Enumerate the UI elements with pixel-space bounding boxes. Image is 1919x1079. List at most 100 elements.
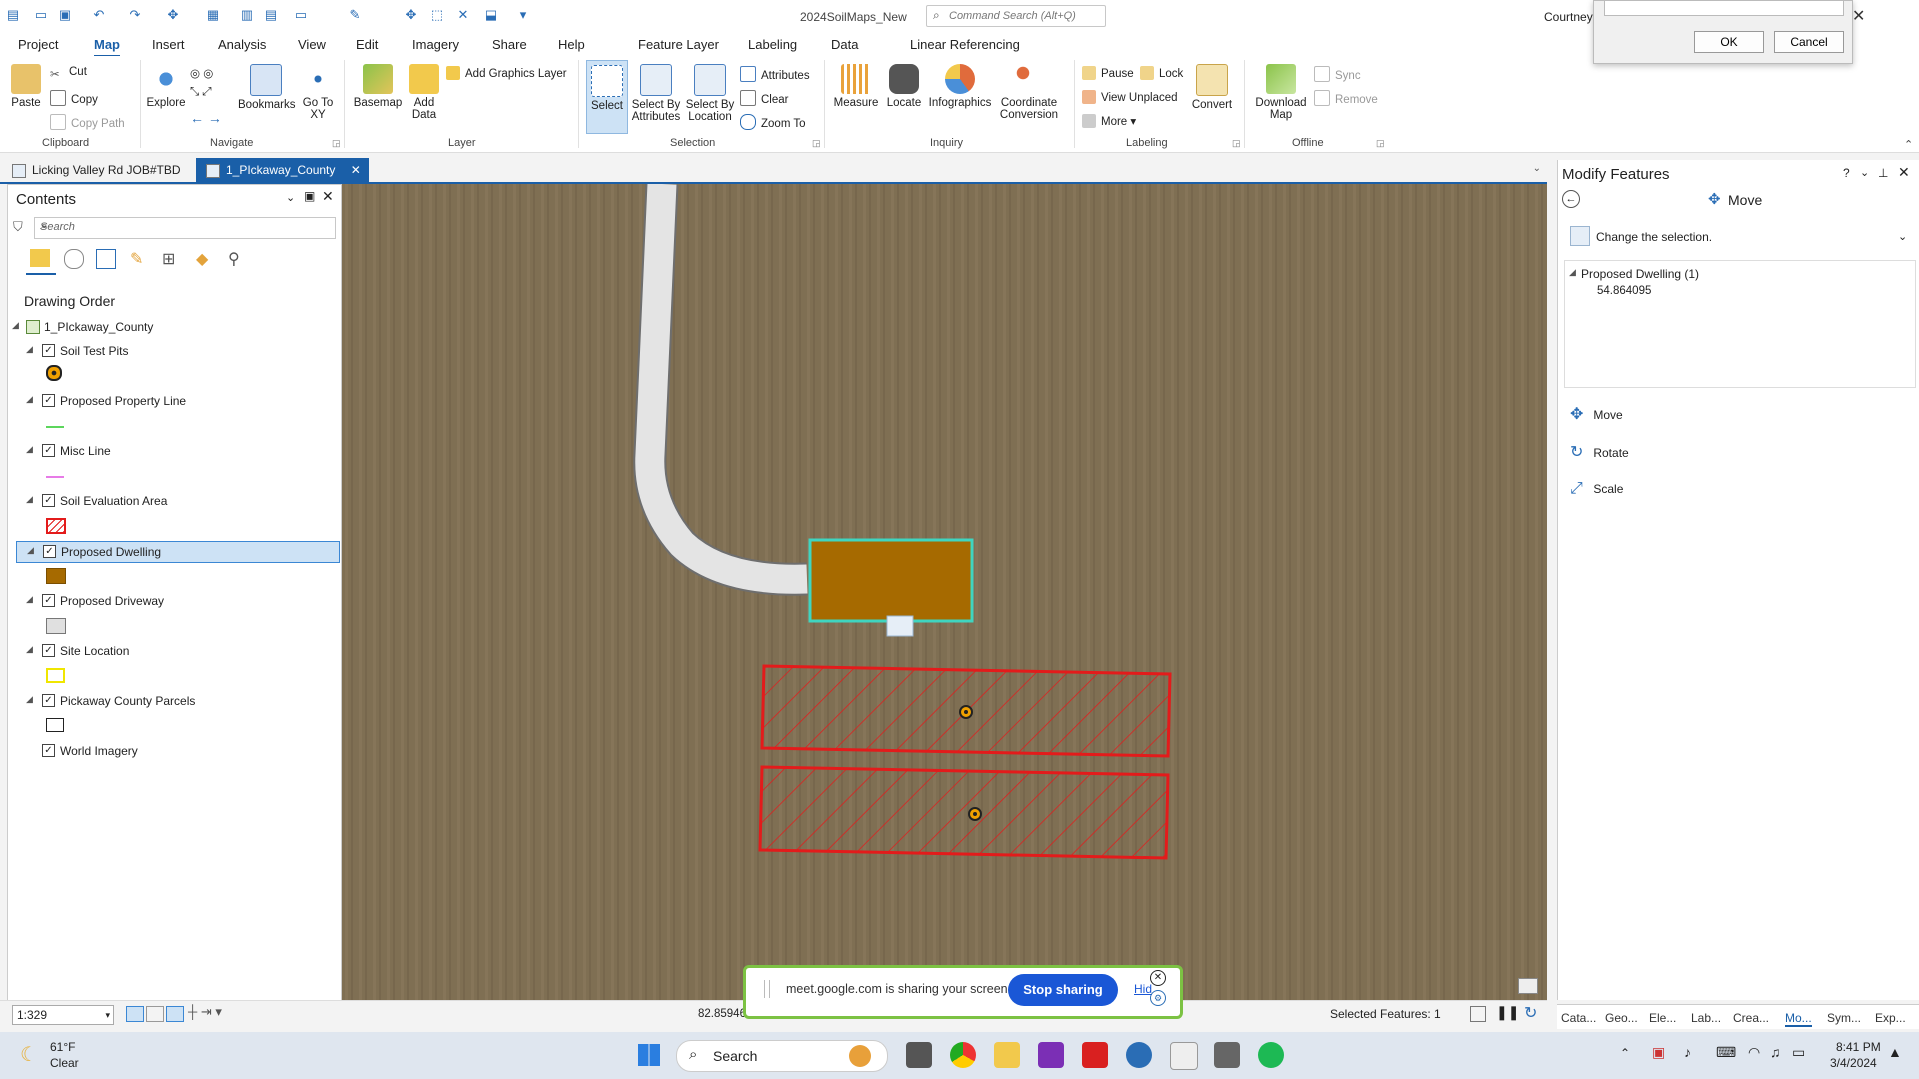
tab-symbology[interactable]: Sym... <box>1827 1011 1861 1025</box>
snapping-toggle-icon[interactable] <box>166 1006 184 1022</box>
visibility-checkbox[interactable]: ✓ <box>42 344 55 357</box>
tab-help[interactable]: Help <box>558 37 585 52</box>
window-close-icon[interactable]: ✕ <box>1852 6 1865 26</box>
convert-button[interactable]: Convert <box>1188 64 1236 111</box>
layer-world-imagery[interactable]: ✓ World Imagery <box>16 741 338 761</box>
dialog-launcher-icon[interactable]: ◲ <box>332 138 341 149</box>
visibility-checkbox[interactable]: ✓ <box>43 545 56 558</box>
edit-vertices-icon[interactable]: ⬚ <box>430 8 444 22</box>
list-by-snapping-icon[interactable]: ⊞ <box>162 249 175 269</box>
copy-button[interactable]: Copy <box>50 90 98 106</box>
command-search-input[interactable]: ⌕ Command Search (Alt+Q) <box>926 5 1106 27</box>
back-icon[interactable]: ← <box>1562 190 1580 208</box>
acrobat-icon[interactable] <box>1082 1042 1108 1068</box>
cut-button[interactable]: ✂ Cut <box>50 66 87 81</box>
tab-linear-referencing[interactable]: Linear Referencing <box>910 37 1020 52</box>
tab-feature-layer[interactable]: Feature Layer <box>638 37 719 52</box>
list-by-perspective-icon[interactable]: ⚲ <box>228 249 240 269</box>
stop-sharing-button[interactable]: Stop sharing <box>1008 974 1118 1006</box>
toolbox-icon[interactable]: ✎ <box>348 8 362 22</box>
refresh-icon[interactable]: ↻ <box>1524 1003 1537 1023</box>
chrome-icon[interactable] <box>950 1042 976 1068</box>
list-by-drawing-order-icon[interactable] <box>30 249 50 267</box>
show-hidden-icons-icon[interactable]: ⌃ <box>1620 1046 1630 1060</box>
select-button[interactable]: Select <box>586 60 628 134</box>
weather-temperature[interactable]: 61°F <box>50 1040 75 1054</box>
bookmarks-button[interactable]: Bookmarks <box>238 64 296 111</box>
delete-icon[interactable]: ✕ <box>456 8 470 22</box>
soil-evaluation-area-2[interactable] <box>758 765 1170 860</box>
file-explorer-icon[interactable] <box>994 1042 1020 1068</box>
user-name[interactable]: Courtney <box>1544 10 1593 24</box>
move-handle-icon[interactable] <box>886 615 914 637</box>
document-app-icon[interactable] <box>1170 1042 1198 1070</box>
open-icon[interactable]: ▭ <box>34 8 48 22</box>
tab-data[interactable]: Data <box>831 37 858 52</box>
layer-proposed-dwelling[interactable]: ◢ ✓ Proposed Dwelling <box>16 541 340 563</box>
tab-analysis[interactable]: Analysis <box>218 37 266 52</box>
close-pane-icon[interactable]: ✕ <box>1898 164 1910 181</box>
table-view-icon[interactable] <box>1470 1006 1486 1022</box>
clock-time[interactable]: 8:41 PM <box>1836 1040 1881 1054</box>
volume-icon[interactable]: ♫ <box>1770 1044 1781 1060</box>
dialog-launcher-icon[interactable]: ◲ <box>1376 138 1385 149</box>
copy-path-button[interactable]: Copy Path <box>50 114 125 130</box>
notifications-icon[interactable]: ▲ <box>1888 1044 1902 1060</box>
keyboard-icon[interactable]: ⌨ <box>1716 1044 1736 1061</box>
full-extent-icon[interactable]: ◎ ◎ <box>190 66 213 80</box>
tab-element[interactable]: Ele... <box>1649 1011 1676 1025</box>
list-by-editing-icon[interactable]: ✎ <box>130 249 143 269</box>
layer-proposed-driveway[interactable]: ◢ ✓ Proposed Driveway <box>16 591 338 611</box>
fixed-zoom-toggle-icon[interactable] <box>126 1006 144 1022</box>
expand-triangle-icon[interactable]: ◢ <box>26 594 33 605</box>
taskbar-search[interactable]: ⌕ Search <box>676 1040 888 1072</box>
drag-handle-icon[interactable] <box>764 980 770 998</box>
scale-tool-button[interactable]: ⤢ Scale <box>1570 480 1623 498</box>
back-forward-icon[interactable]: ← → <box>190 110 222 126</box>
visibility-checkbox[interactable]: ✓ <box>42 444 55 457</box>
cancel-button[interactable]: Cancel <box>1774 31 1844 53</box>
visibility-checkbox[interactable]: ✓ <box>42 694 55 707</box>
add-data-button[interactable]: Add Data <box>404 64 444 121</box>
attributes-button[interactable]: Attributes <box>740 66 810 82</box>
tab-export[interactable]: Exp... <box>1875 1011 1906 1025</box>
zoom-to-button[interactable]: Zoom To <box>740 114 806 130</box>
tab-imagery[interactable]: Imagery <box>412 37 459 52</box>
expand-triangle-icon[interactable]: ◢ <box>26 494 33 505</box>
tab-catalog[interactable]: Cata... <box>1561 1011 1596 1025</box>
dialog-launcher-icon[interactable]: ◲ <box>812 138 821 149</box>
onenote-icon[interactable] <box>1038 1042 1064 1068</box>
dialog-launcher-icon[interactable]: ◲ <box>1232 138 1241 149</box>
tab-create-features[interactable]: Crea... <box>1733 1011 1769 1025</box>
expand-triangle-icon[interactable]: ◢ <box>27 545 34 556</box>
map-notes-icon[interactable] <box>1518 978 1538 994</box>
list-by-labeling-icon[interactable]: ◆ <box>196 249 208 269</box>
change-selection-icon[interactable] <box>1570 226 1590 246</box>
pan-icon[interactable]: ✥ <box>166 8 180 22</box>
go-to-xy-button[interactable]: Go To XY <box>298 64 338 121</box>
pause-drawing-icon[interactable]: ❚❚ <box>1496 1004 1519 1021</box>
pane-options-chevron-icon[interactable]: ⌄ <box>286 191 295 204</box>
tab-pickaway-map[interactable]: 1_PIckaway_County ✕ <box>196 158 369 182</box>
layer-pickaway-county-parcels[interactable]: ◢ ✓ Pickaway County Parcels <box>16 691 338 711</box>
start-icon[interactable] <box>638 1044 660 1066</box>
dialog-field[interactable] <box>1604 0 1844 16</box>
map-view[interactable] <box>342 184 1547 1000</box>
list-by-selection-icon[interactable] <box>96 249 116 269</box>
expand-triangle-icon[interactable]: ◢ <box>26 694 33 705</box>
save-edits-icon[interactable]: ⬓ <box>484 8 498 22</box>
expand-triangle-icon[interactable]: ◢ <box>26 444 33 455</box>
paste-button[interactable]: Paste <box>10 64 42 109</box>
map-icon[interactable]: ▦ <box>206 8 220 22</box>
coordinate-conversion-button[interactable]: Coordinate Conversion <box>996 64 1062 121</box>
visibility-checkbox[interactable]: ✓ <box>42 644 55 657</box>
expand-triangle-icon[interactable]: ◢ <box>26 644 33 655</box>
basemap-button[interactable]: Basemap <box>352 64 404 109</box>
layer-soil-evaluation-area[interactable]: ◢ ✓ Soil Evaluation Area <box>16 491 338 511</box>
pane-options-chevron-icon[interactable]: ⌄ <box>1860 166 1869 179</box>
share-settings-icon[interactable]: ⚙ <box>1150 990 1166 1006</box>
weather-condition[interactable]: Clear <box>50 1056 79 1070</box>
arcgis-pro-icon[interactable] <box>1126 1042 1152 1068</box>
visibility-checkbox[interactable]: ✓ <box>42 394 55 407</box>
spotify-icon[interactable] <box>1258 1042 1284 1068</box>
